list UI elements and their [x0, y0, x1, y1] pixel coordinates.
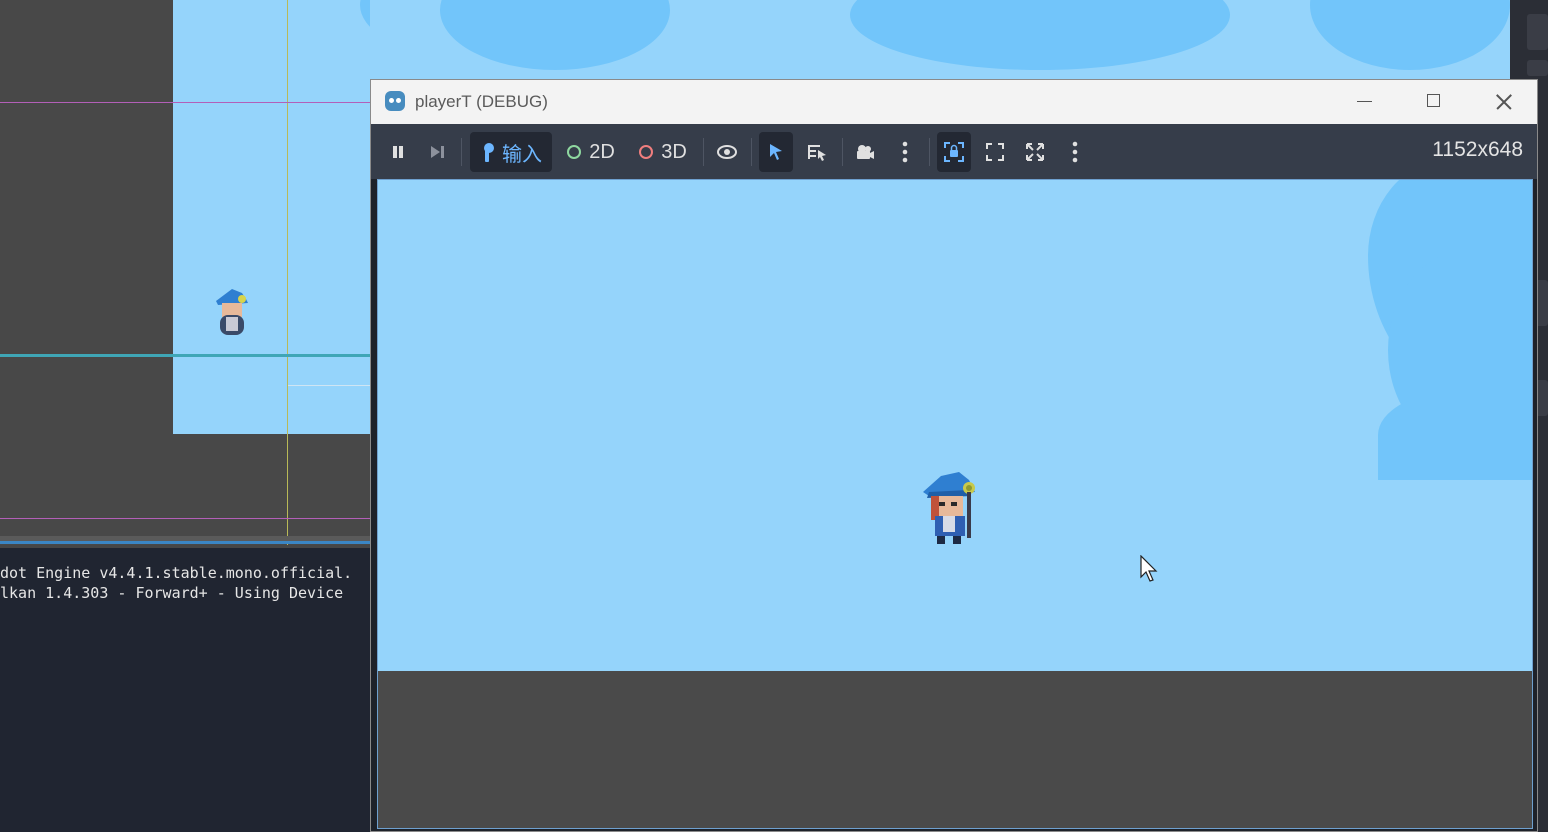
more-icon: [902, 141, 908, 163]
guide-vertical: [287, 0, 288, 545]
guide-light: [288, 385, 370, 386]
pause-icon: [393, 146, 403, 158]
more-icon: [1072, 141, 1078, 163]
separator: [703, 138, 704, 166]
2d-button[interactable]: 2D: [563, 132, 619, 172]
editor-viewport[interactable]: [0, 0, 370, 545]
guide-horizontal-bottom: [0, 518, 370, 519]
focus-button[interactable]: [937, 132, 971, 172]
minimize-button[interactable]: [1329, 80, 1399, 124]
input-label: 输入: [502, 143, 542, 166]
bg-cloud: [1310, 0, 1510, 70]
arrow-select-icon: [770, 144, 782, 160]
visibility-button[interactable]: [711, 132, 743, 172]
list-select-icon: [808, 145, 826, 161]
2d-label: 2D: [589, 140, 615, 163]
more-button-2[interactable]: [1061, 132, 1089, 172]
console-line: lkan 1.4.303 - Forward+ - Using Device: [0, 584, 344, 602]
mouse-cursor-icon: [1140, 555, 1158, 582]
focus-frame-icon: [944, 142, 964, 162]
fullscreen-button[interactable]: [979, 132, 1011, 172]
separator: [751, 138, 752, 166]
more-button[interactable]: [891, 132, 919, 172]
close-button[interactable]: [1469, 80, 1539, 124]
editor-wizard-sprite[interactable]: [212, 287, 252, 341]
pause-button[interactable]: [385, 132, 411, 172]
debug-toolbar: 输入 2D 3D 1152x648: [371, 124, 1537, 179]
panel-block[interactable]: [1527, 14, 1548, 50]
console-line: dot Engine v4.4.1.stable.mono.official.: [0, 564, 353, 582]
ground-line: [0, 354, 370, 357]
fullscreen-icon: [986, 143, 1004, 161]
godot-icon: [385, 91, 405, 111]
editor-sky-rect: [173, 0, 370, 434]
next-frame-icon: [431, 146, 444, 158]
game-viewport[interactable]: [377, 179, 1533, 829]
background-sky: [370, 0, 1510, 80]
panel-divider: [0, 541, 370, 544]
select-button[interactable]: [759, 132, 793, 172]
3d-dot-icon: [639, 145, 654, 159]
separator: [842, 138, 843, 166]
chevron-down-icon[interactable]: [1527, 60, 1548, 76]
input-button[interactable]: 输入: [470, 132, 552, 172]
camera-button[interactable]: [849, 132, 881, 172]
resolution-label: 1152x648: [1432, 138, 1523, 161]
next-frame-button[interactable]: [425, 132, 451, 172]
eye-icon: [717, 145, 737, 159]
bg-cloud: [440, 0, 670, 70]
3d-label: 3D: [661, 140, 687, 163]
separator: [461, 138, 462, 166]
expand-button[interactable]: [1019, 132, 1051, 172]
output-console[interactable]: dot Engine v4.4.1.stable.mono.official. …: [0, 548, 370, 832]
3d-button[interactable]: 3D: [635, 132, 691, 172]
guide-horizontal-top: [0, 102, 370, 103]
maximize-button[interactable]: [1399, 80, 1469, 124]
separator: [929, 138, 930, 166]
joystick-icon: [484, 143, 494, 162]
game-window[interactable]: playerT (DEBUG) 输入 2D 3D 1152x648: [370, 79, 1538, 832]
list-select-button[interactable]: [800, 132, 834, 172]
window-title: playerT (DEBUG): [415, 92, 548, 111]
expand-icon: [1026, 143, 1044, 161]
game-sky: [378, 180, 1532, 671]
title-bar[interactable]: playerT (DEBUG): [371, 80, 1537, 124]
2d-dot-icon: [567, 145, 582, 159]
bg-cloud: [850, 0, 1230, 70]
camera-icon: [857, 145, 874, 159]
game-cloud: [1378, 390, 1532, 480]
player-wizard-sprite[interactable]: [919, 470, 983, 548]
